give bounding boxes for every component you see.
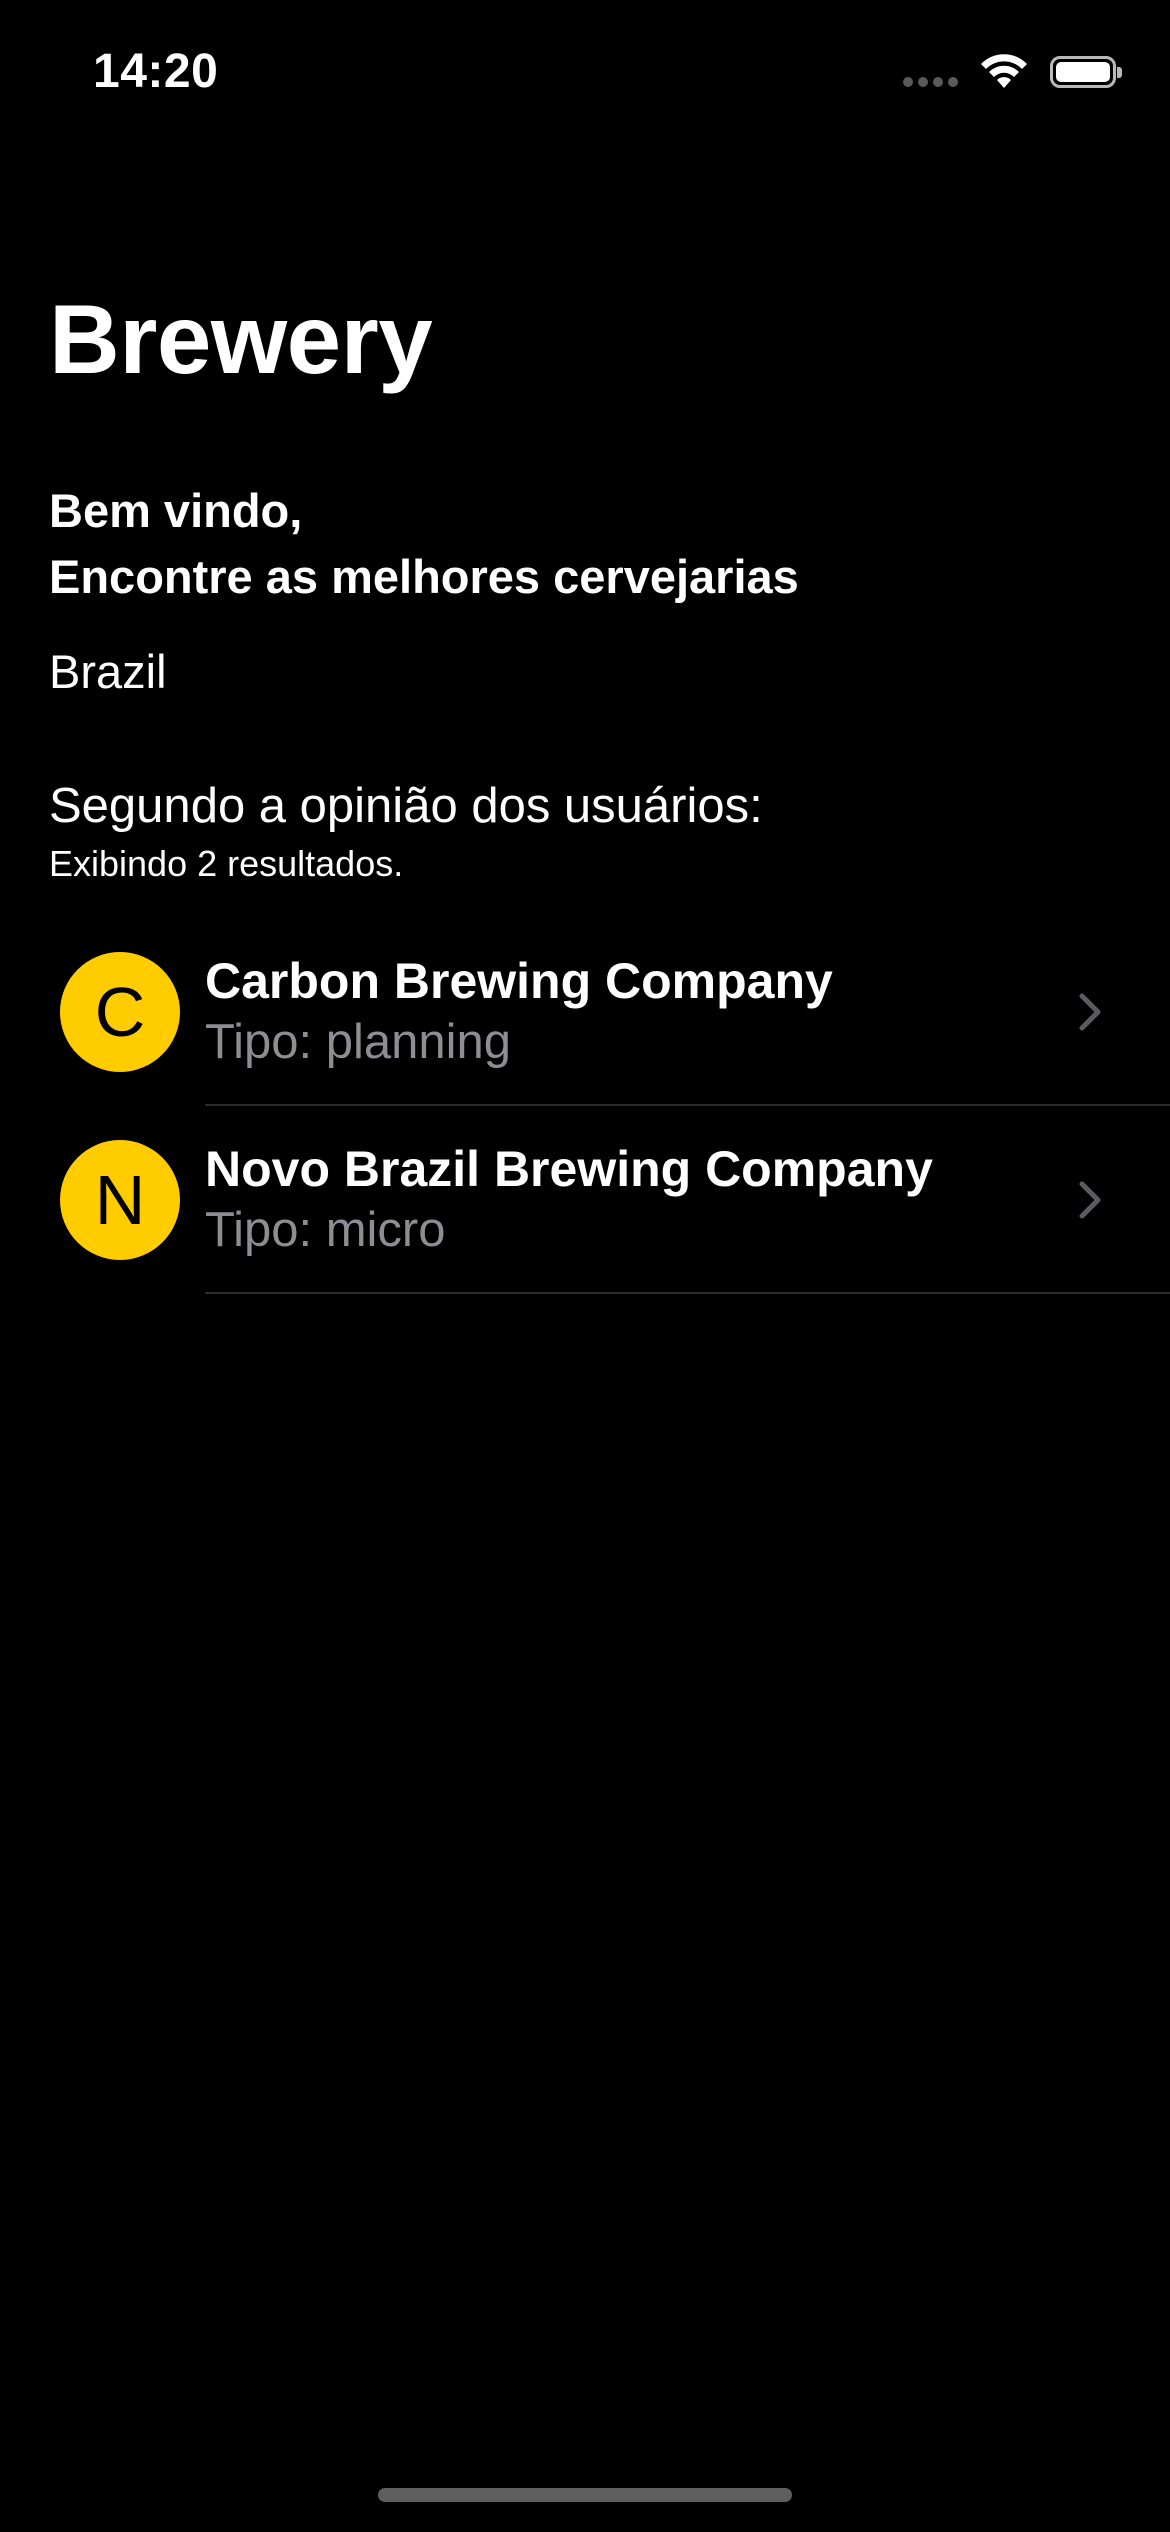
status-icons — [903, 54, 1122, 90]
brewery-list: C Carbon Brewing Company Tipo: planning … — [0, 918, 1170, 1294]
home-indicator[interactable] — [378, 2488, 792, 2502]
row-separator — [205, 1292, 1170, 1294]
cellular-signal-icon — [903, 77, 958, 87]
avatar: N — [60, 1140, 180, 1260]
avatar: C — [60, 952, 180, 1072]
brewery-type: Tipo: micro — [205, 1203, 446, 1257]
welcome-line-2: Encontre as melhores cervejarias — [49, 550, 799, 603]
country-label: Brazil — [49, 645, 167, 698]
wifi-icon — [981, 54, 1027, 88]
battery-icon — [1050, 56, 1122, 88]
results-count: Exibindo 2 resultados. — [49, 843, 404, 884]
chevron-right-icon — [1079, 1181, 1101, 1219]
brewery-type: Tipo: planning — [205, 1015, 512, 1069]
brewery-name: Carbon Brewing Company — [205, 953, 833, 1009]
welcome-line-1: Bem vindo, — [49, 484, 303, 537]
welcome-message: Bem vindo, Encontre as melhores cervejar… — [49, 478, 799, 610]
section-title: Segundo a opinião dos usuários: — [49, 779, 763, 833]
brewery-list-item[interactable]: N Novo Brazil Brewing Company Tipo: micr… — [0, 1106, 1170, 1294]
brewery-name: Novo Brazil Brewing Company — [205, 1141, 933, 1197]
page-title: Brewery — [49, 284, 433, 394]
status-time: 14:20 — [93, 45, 219, 98]
chevron-right-icon — [1079, 993, 1101, 1031]
brewery-list-item[interactable]: C Carbon Brewing Company Tipo: planning — [0, 918, 1170, 1106]
status-bar: 14:20 — [0, 0, 1170, 140]
